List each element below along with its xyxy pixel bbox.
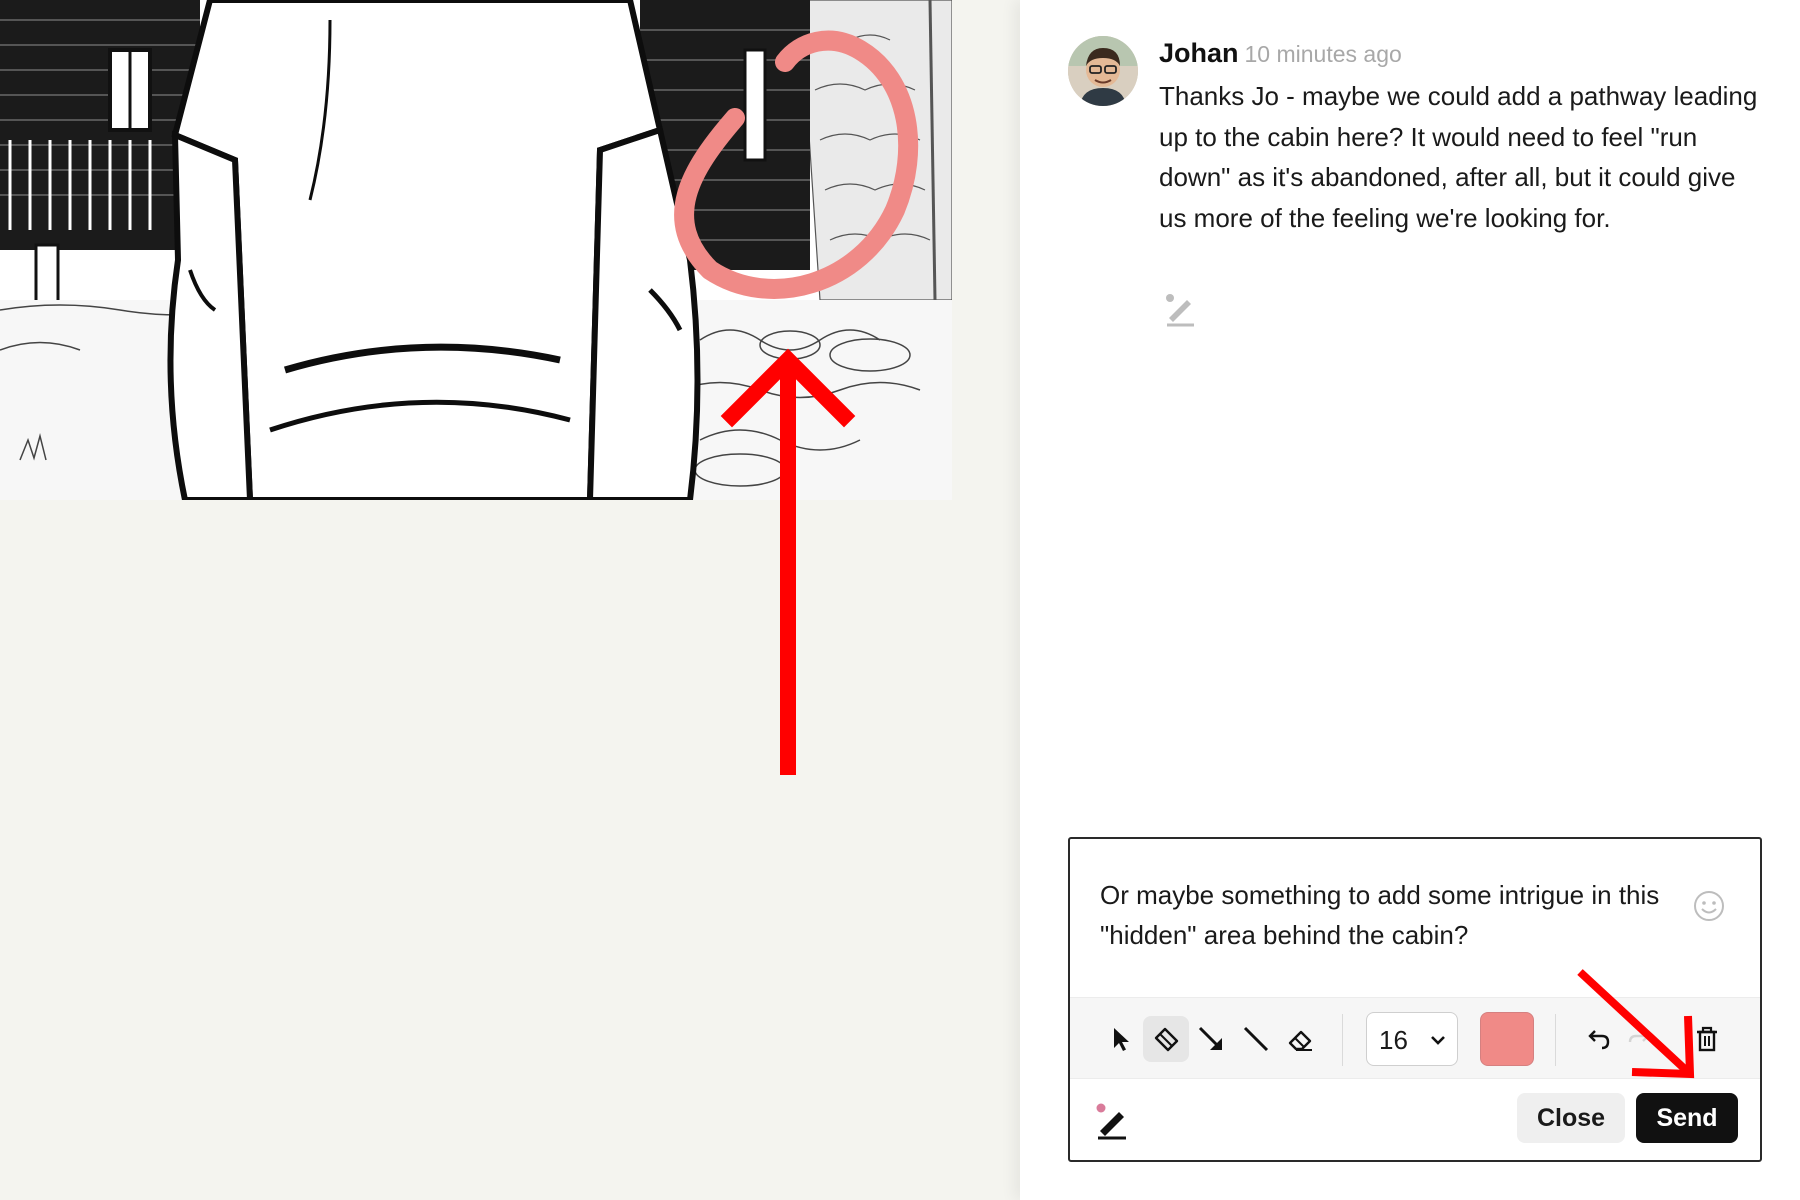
arrow-icon[interactable] [1188, 1016, 1234, 1062]
draw-mode-icon[interactable] [1092, 1101, 1132, 1141]
canvas-area [0, 0, 1020, 1200]
stroke-size-value: 16 [1379, 1025, 1408, 1055]
annotation-arrow [720, 348, 856, 775]
chevron-down-icon [1431, 1036, 1445, 1045]
close-button[interactable]: Close [1517, 1093, 1625, 1143]
pointer-icon[interactable] [1098, 1016, 1144, 1062]
composer-input[interactable]: Or maybe something to add some intrigue … [1100, 875, 1670, 955]
author-name[interactable]: Johan [1159, 38, 1239, 68]
eraser-icon[interactable] [1278, 1016, 1324, 1062]
line-icon[interactable] [1233, 1016, 1279, 1062]
pen-icon[interactable] [1143, 1016, 1189, 1062]
annotation-arrow-send [1577, 969, 1695, 1079]
comment-timestamp: 10 minutes ago [1244, 41, 1402, 67]
send-button[interactable]: Send [1636, 1093, 1738, 1143]
comment-text: Thanks Jo - maybe we could add a pathway… [1159, 81, 1758, 233]
stroke-size-select[interactable]: 16 [1366, 1012, 1458, 1066]
toolbar-divider [1342, 1014, 1343, 1066]
smiley-icon[interactable] [1692, 889, 1726, 923]
color-swatch[interactable] [1480, 1012, 1534, 1066]
pen-drawing-icon[interactable] [1161, 292, 1197, 328]
comment-header: Johan 10 minutes ago [1159, 38, 1402, 69]
toolbar-divider [1555, 1014, 1556, 1066]
avatar[interactable] [1068, 36, 1138, 106]
